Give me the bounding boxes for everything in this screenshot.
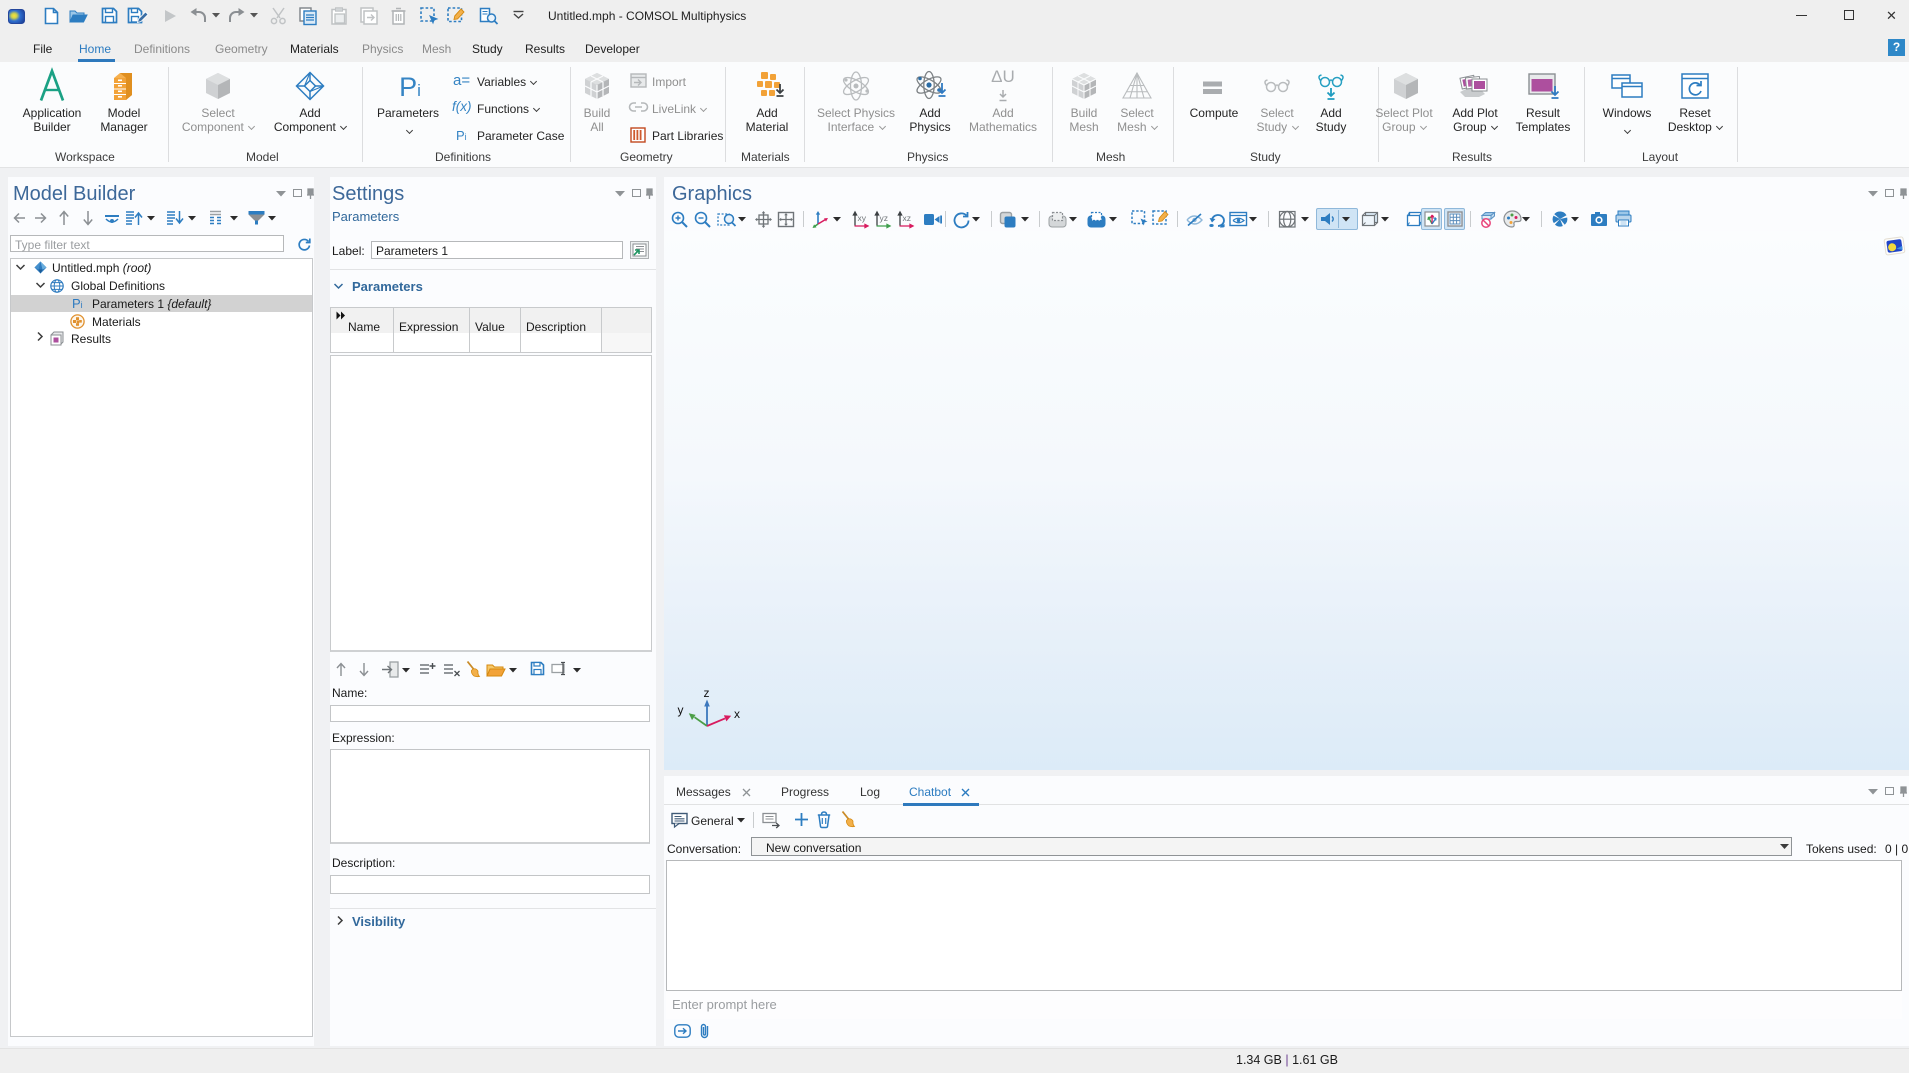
svg-text:xy: xy — [858, 213, 867, 223]
svg-text:yz: yz — [880, 213, 889, 223]
svg-text:z: z — [704, 686, 710, 700]
svg-text:y: y — [678, 703, 684, 717]
svg-text:xz: xz — [903, 213, 912, 223]
svg-text:x: x — [734, 707, 740, 721]
